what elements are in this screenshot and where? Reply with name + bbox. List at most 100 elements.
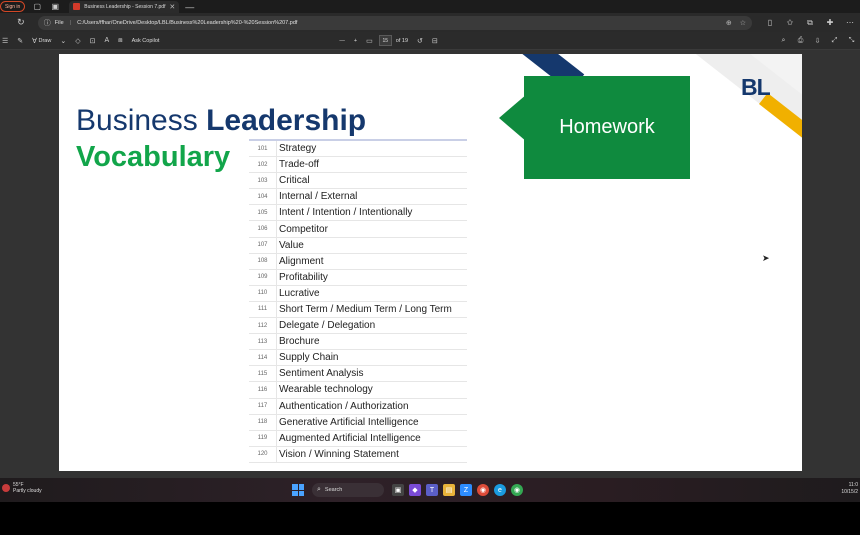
search-icon[interactable]: ⌕: [775, 37, 792, 45]
chevron-down-icon[interactable]: ⌄: [60, 37, 66, 45]
table-row: 117 Authentication / Authorization: [249, 398, 467, 415]
vocab-term: Supply Chain: [279, 352, 339, 364]
zoom-in-button[interactable]: +: [354, 38, 357, 44]
zoom-app-icon[interactable]: Z: [460, 484, 472, 496]
title-bold: Leadership: [206, 104, 367, 137]
title-regular: Business: [76, 104, 198, 137]
extensions-icon[interactable]: ✚: [820, 18, 840, 28]
table-row: 112 Delegate / Delegation: [249, 318, 467, 335]
highlight-icon[interactable]: ✎: [17, 37, 23, 45]
zoom-icon[interactable]: ⊕: [726, 19, 732, 27]
vocab-number: 106: [249, 221, 277, 237]
task-view-icon[interactable]: ▣: [392, 484, 404, 496]
favorite-star-icon[interactable]: ☆: [740, 19, 746, 27]
teams-icon[interactable]: T: [426, 484, 438, 496]
more-icon[interactable]: ⋯: [840, 18, 860, 28]
fit-page-icon[interactable]: ▭: [366, 37, 373, 45]
table-row: 119 Augmented Artificial Intelligence: [249, 430, 467, 447]
zoom-out-button[interactable]: —: [339, 38, 345, 44]
table-row: 107 Value: [249, 237, 467, 254]
edge-icon[interactable]: e: [494, 484, 506, 496]
widgets-icon[interactable]: ◆: [409, 484, 421, 496]
weather-text: 55°F Partly cloudy: [13, 482, 42, 494]
ask-copilot-button[interactable]: Ask Copilot: [132, 38, 160, 44]
table-row: 108 Alignment: [249, 253, 467, 270]
vocab-term: Authentication / Authorization: [279, 400, 409, 412]
refresh-icon[interactable]: ↻: [14, 17, 28, 28]
save-icon[interactable]: ⇩: [809, 37, 826, 45]
page-total: of 19: [395, 37, 408, 44]
search-icon: ⌕: [317, 486, 321, 493]
page-number-input[interactable]: 15: [378, 35, 392, 46]
weather-widget[interactable]: 55°F Partly cloudy: [2, 482, 42, 494]
vocab-term: Value: [279, 239, 304, 251]
vocab-number: 120: [249, 446, 277, 462]
system-clock[interactable]: 11:0 10/15/2: [841, 482, 858, 496]
mouse-cursor-icon: ➤: [762, 253, 770, 263]
sign-in-button[interactable]: Sign in: [0, 1, 26, 12]
title-bar: Sign in ▢ ▣ Business Leadership - Sessio…: [0, 0, 860, 13]
info-icon[interactable]: ⓘ: [44, 18, 51, 28]
vocab-term: Competitor: [279, 223, 328, 235]
pin-icon[interactable]: ⤢: [826, 37, 843, 45]
windows-start-icon[interactable]: [292, 484, 304, 496]
tab-title: Business Leadership - Session 7.pdf: [84, 3, 166, 10]
vocab-number: 112: [249, 318, 277, 334]
table-row: 103 Critical: [249, 173, 467, 190]
vocab-term: Augmented Artificial Intelligence: [279, 432, 421, 444]
rotate-icon[interactable]: ↺: [417, 37, 423, 45]
new-tab-button[interactable]: —: [185, 2, 194, 12]
table-row: 114 Supply Chain: [249, 350, 467, 367]
bl-logo: BL: [741, 74, 771, 100]
vocab-number: 115: [249, 366, 277, 382]
pdf-viewer[interactable]: BL Business Leadership Vocabulary Homewo…: [0, 50, 860, 478]
vocab-term: Alignment: [279, 255, 324, 267]
collections-icon[interactable]: ⧉: [800, 18, 820, 28]
vocab-term: Internal / External: [279, 191, 358, 203]
pdf-icon: [73, 3, 81, 10]
vocab-number: 118: [249, 414, 277, 430]
contents-icon[interactable]: ☰: [2, 37, 8, 45]
vocab-number: 102: [249, 157, 277, 173]
draw-button[interactable]: ∀ Draw: [32, 37, 51, 45]
vocab-number: 105: [249, 205, 277, 221]
clock-time: 11:0: [848, 482, 858, 488]
vocab-term: Short Term / Medium Term / Long Term: [279, 303, 452, 315]
slide-page: BL Business Leadership Vocabulary Homewo…: [59, 54, 802, 471]
search-label: Search: [324, 487, 343, 493]
table-row: 104 Internal / External: [249, 189, 467, 206]
vocab-number: 109: [249, 269, 277, 285]
expand-icon[interactable]: ⤡: [843, 37, 860, 45]
immersive-reader-icon[interactable]: ⧈: [118, 37, 122, 45]
split-screen-icon[interactable]: ▯: [760, 18, 780, 28]
erase-icon[interactable]: ◇: [75, 37, 80, 45]
taskbar: 55°F Partly cloudy ⌕ Search ▣ ◆ T ▤ Z ◉ …: [0, 478, 860, 502]
page-view-icon[interactable]: ⊟: [432, 37, 438, 45]
tab-actions-icon[interactable]: ▣: [49, 1, 61, 12]
address-bar[interactable]: ⓘ File | C:/Users/ffhar/OneDrive/Desktop…: [37, 15, 752, 30]
table-row: 115 Sentiment Analysis: [249, 366, 467, 383]
pdf-toolbar: ☰ ✎ ∀ Draw ⌄ ◇ ⊡ A ⧈ Ask Copilot — + ▭ 1…: [0, 32, 860, 50]
file-explorer-icon[interactable]: ▤: [443, 484, 455, 496]
table-row: 111 Short Term / Medium Term / Long Term: [249, 301, 467, 319]
table-row: 102 Trade-off: [249, 157, 467, 174]
read-aloud-icon[interactable]: A: [104, 37, 109, 44]
taskbar-search[interactable]: ⌕ Search: [312, 483, 384, 497]
workspaces-icon[interactable]: ▢: [31, 1, 43, 12]
table-row: 116 Wearable technology: [249, 382, 467, 399]
draw-icon: ∀: [32, 37, 37, 45]
chrome-icon[interactable]: ◉: [477, 484, 489, 496]
favorites-icon[interactable]: ✩: [780, 18, 800, 28]
text-box-icon[interactable]: ⊡: [90, 37, 96, 45]
tab-pdf[interactable]: Business Leadership - Session 7.pdf ✕: [69, 0, 180, 13]
print-icon[interactable]: ⎙: [792, 37, 809, 45]
chrome-profile-icon[interactable]: ◉: [511, 484, 523, 496]
draw-label: Draw: [38, 37, 52, 44]
callout-pointer: [499, 94, 527, 142]
table-row: 101 Strategy: [249, 141, 467, 158]
close-tab-icon[interactable]: ✕: [169, 3, 175, 11]
table-row: 120 Vision / Winning Statement: [249, 446, 467, 463]
slide-title: Business Leadership: [76, 104, 366, 138]
homework-callout: Homework: [499, 76, 691, 179]
url-text: C:/Users/ffhar/OneDrive/Desktop/LBL/Busi…: [77, 19, 298, 26]
